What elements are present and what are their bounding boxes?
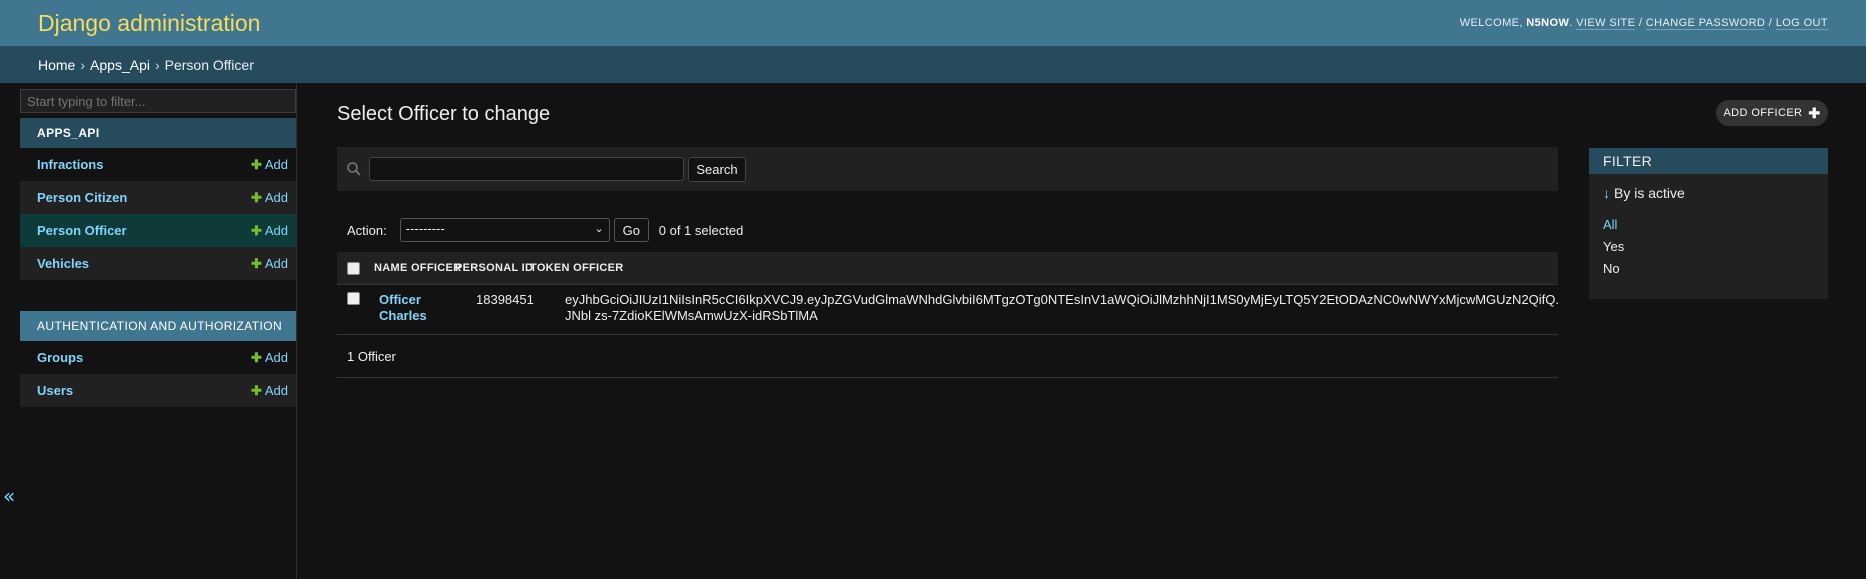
personal-id-cell: 18398451: [476, 292, 534, 307]
add-officer-button[interactable]: Add Officer ✚: [1716, 100, 1828, 126]
filter-option-all[interactable]: All: [1603, 217, 1617, 232]
header: Django administration Welcome, N5NOW. Vi…: [0, 0, 1866, 46]
add-link[interactable]: ✚ Add: [251, 256, 288, 272]
column-header-personal-id[interactable]: Personal ID: [455, 262, 533, 274]
app-module-apps-api: APPS_API Infractions ✚ Add Person Citizen…: [20, 118, 296, 280]
change-password-link[interactable]: Change password: [1645, 17, 1766, 30]
column-header-token-officer[interactable]: Token Officer: [530, 262, 624, 274]
sidebar-item-groups: Groups ✚ Add: [20, 341, 296, 374]
plus-icon: ✚: [250, 382, 262, 398]
select-all-checkbox[interactable]: [347, 262, 360, 275]
toggle-nav-sidebar-icon[interactable]: «: [3, 484, 15, 508]
token-cell: eyJhbGciOiJIUzI1NiIsInR5cCI6IkpXVCJ9.eyJ…: [565, 292, 1558, 323]
breadcrumb-separator: ›: [154, 56, 160, 73]
arrow-down-icon: ↓: [1603, 185, 1610, 201]
plus-icon: ✚: [250, 255, 262, 271]
add-link[interactable]: ✚ Add: [251, 190, 288, 206]
add-officer-label: Add Officer: [1723, 107, 1803, 119]
action-select-value: ---------: [405, 221, 445, 236]
paginator: 1 Officer: [337, 335, 1558, 378]
plus-icon: ✚: [250, 222, 262, 238]
chevron-down-icon: ⌄: [594, 223, 604, 235]
plus-icon: ✚: [1808, 104, 1821, 121]
breadcrumb-app[interactable]: Apps_Api: [90, 57, 150, 73]
plus-icon: ✚: [250, 189, 262, 205]
filter-option-no[interactable]: No: [1603, 261, 1620, 276]
add-link[interactable]: ✚ Add: [251, 383, 288, 399]
changelist-filter: FILTER ↓ By is active All Yes No: [1589, 148, 1828, 299]
log-out-link[interactable]: Log out: [1775, 17, 1828, 30]
add-link[interactable]: ✚ Add: [251, 223, 288, 239]
filter-heading[interactable]: ↓ By is active: [1603, 185, 1685, 201]
filter-option-yes[interactable]: Yes: [1603, 239, 1624, 254]
view-site-link[interactable]: View site: [1576, 17, 1636, 30]
sidebar-item-label[interactable]: Users: [37, 383, 73, 398]
app-caption-auth[interactable]: AUTHENTICATION AND AUTHORIZATION: [20, 311, 296, 341]
action-select[interactable]: --------- ⌄: [399, 218, 610, 242]
plus-icon: ✚: [250, 156, 262, 172]
sidebar-item-users: Users ✚ Add: [20, 374, 296, 407]
add-link[interactable]: ✚ Add: [251, 157, 288, 173]
officer-name-link[interactable]: Officer Charles: [379, 292, 449, 324]
search-input[interactable]: [369, 157, 684, 181]
welcome-text: Welcome,: [1459, 17, 1523, 29]
table-header: Name Officer Personal ID Token Officer: [337, 252, 1558, 285]
action-label: Action:: [347, 222, 387, 238]
add-link[interactable]: ✚ Add: [251, 350, 288, 366]
site-title[interactable]: Django administration: [38, 10, 260, 37]
column-header-name-officer[interactable]: Name Officer: [374, 262, 461, 274]
breadcrumb: Home › Apps_Api › Person Officer: [0, 46, 1866, 83]
sidebar-item-infractions: Infractions ✚ Add: [20, 148, 296, 181]
sidebar-item-person-citizen: Person Citizen ✚ Add: [20, 181, 296, 214]
sidebar-item-label[interactable]: Vehicles: [37, 256, 89, 271]
sidebar-item-label[interactable]: Person Officer: [37, 223, 127, 238]
plus-icon: ✚: [250, 349, 262, 365]
sidebar-item-person-officer: Person Officer ✚ Add: [20, 214, 296, 247]
row-checkbox[interactable]: [347, 292, 360, 305]
app-module-auth: AUTHENTICATION AND AUTHORIZATION Groups …: [20, 311, 296, 407]
page-title: Select Officer to change: [337, 103, 551, 125]
sidebar-item-label[interactable]: Person Citizen: [37, 190, 127, 205]
nav-filter-input[interactable]: [20, 89, 296, 113]
breadcrumb-separator: ›: [80, 56, 86, 73]
go-button[interactable]: Go: [613, 218, 649, 242]
search-icon: [347, 162, 361, 176]
user-tools: Welcome, N5NOW. View site / Change passw…: [1459, 17, 1828, 30]
sidebar-item-label[interactable]: Groups: [37, 350, 83, 365]
selected-counter: 0 of 1 selected: [658, 222, 744, 238]
breadcrumb-current: Person Officer: [164, 56, 254, 73]
sidebar-item-label[interactable]: Infractions: [37, 157, 103, 172]
username: N5NOW: [1526, 17, 1570, 29]
separator: /: [1768, 17, 1773, 29]
breadcrumb-home[interactable]: Home: [38, 57, 75, 73]
actions-bar: Action: --------- ⌄ Go 0 of 1 selected: [337, 215, 1558, 245]
sidebar-item-vehicles: Vehicles ✚ Add: [20, 247, 296, 280]
app-caption-apps-api[interactable]: APPS_API: [20, 118, 296, 148]
filter-title: FILTER: [1589, 148, 1828, 174]
separator: /: [1638, 17, 1643, 29]
table-row: Officer Charles 18398451 eyJhbGciOiJIUzI…: [337, 285, 1558, 335]
search-button[interactable]: Search: [688, 157, 746, 182]
